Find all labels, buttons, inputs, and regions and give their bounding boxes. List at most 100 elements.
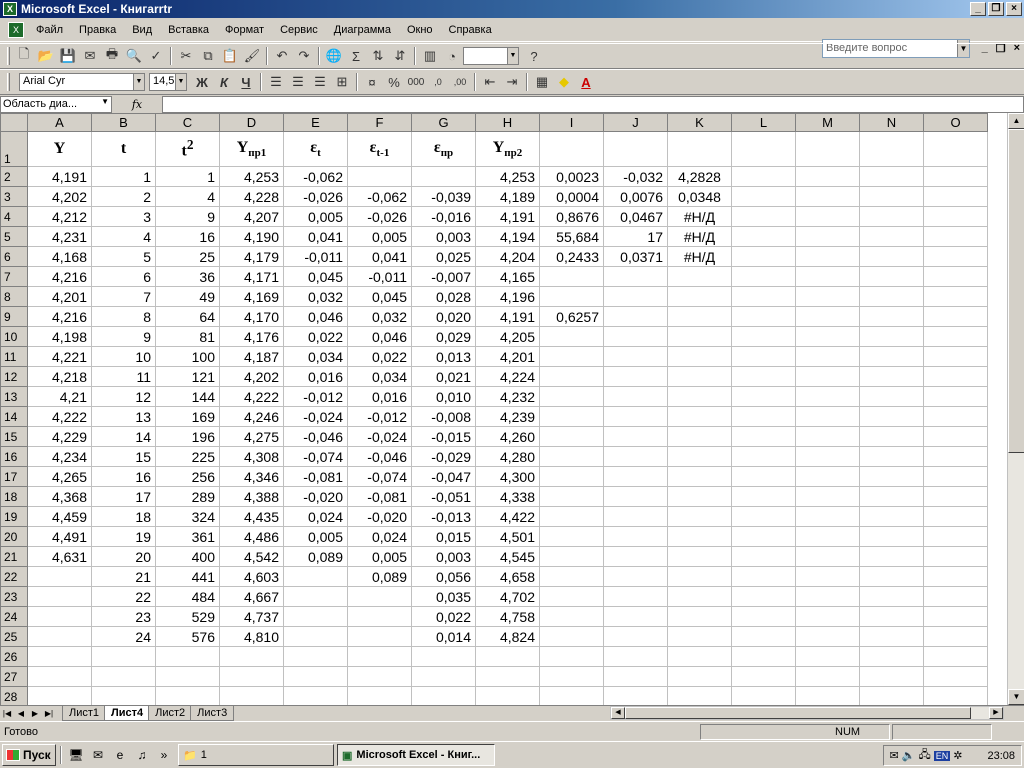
row-header[interactable]: 15: [0, 426, 28, 447]
hyperlink-icon[interactable]: 🌐: [323, 45, 345, 67]
cell[interactable]: 4,179: [219, 246, 284, 267]
cell[interactable]: -0,039: [411, 186, 476, 207]
cell[interactable]: [27, 626, 92, 647]
scroll-up-icon[interactable]: ▲: [1008, 113, 1024, 129]
cell[interactable]: 4,190: [219, 226, 284, 247]
cell[interactable]: [859, 586, 924, 607]
save-icon[interactable]: 💾: [57, 45, 79, 67]
cell[interactable]: -0,026: [283, 186, 348, 207]
cell[interactable]: [667, 326, 732, 347]
menu-file[interactable]: Файл: [28, 20, 71, 40]
cell[interactable]: 9: [155, 206, 220, 227]
cell[interactable]: [667, 466, 732, 487]
cell[interactable]: [731, 131, 796, 167]
cell[interactable]: [923, 506, 988, 527]
cell[interactable]: 4,171: [219, 266, 284, 287]
cell[interactable]: [731, 406, 796, 427]
cell[interactable]: 36: [155, 266, 220, 287]
formula-input[interactable]: [162, 95, 1024, 113]
cell[interactable]: [667, 686, 732, 705]
cell[interactable]: [795, 426, 860, 447]
cell[interactable]: 0,013: [411, 346, 476, 367]
minimize-button[interactable]: _: [970, 2, 986, 16]
row-header[interactable]: 19: [0, 506, 28, 527]
cell[interactable]: 4,222: [27, 406, 92, 427]
cell[interactable]: 4,165: [475, 266, 540, 287]
cell[interactable]: 0,015: [411, 526, 476, 547]
language-indicator[interactable]: EN: [933, 750, 951, 761]
header-cell-et[interactable]: εt: [283, 131, 348, 167]
cell[interactable]: [923, 206, 988, 227]
cell[interactable]: [539, 506, 604, 527]
row-header[interactable]: 18: [0, 486, 28, 507]
scroll-down-icon[interactable]: ▼: [1008, 689, 1024, 705]
cell[interactable]: [539, 346, 604, 367]
cell[interactable]: [795, 586, 860, 607]
cell[interactable]: [347, 646, 412, 667]
cell[interactable]: [539, 606, 604, 627]
cell[interactable]: -0,024: [347, 426, 412, 447]
cell[interactable]: [731, 666, 796, 687]
tab-list1[interactable]: Лист1: [62, 706, 107, 721]
row-header[interactable]: 10: [0, 326, 28, 347]
cell[interactable]: [923, 386, 988, 407]
cell[interactable]: [283, 586, 348, 607]
row-header[interactable]: 26: [0, 646, 28, 667]
currency-icon[interactable]: ¤: [361, 71, 383, 93]
paste-icon[interactable]: 📋: [219, 45, 241, 67]
cell[interactable]: 289: [155, 486, 220, 507]
cell[interactable]: 4,201: [475, 346, 540, 367]
cell[interactable]: 1: [155, 166, 220, 187]
cell[interactable]: 4,234: [27, 446, 92, 467]
cell[interactable]: [731, 466, 796, 487]
cell[interactable]: [603, 506, 668, 527]
cell[interactable]: 4,275: [219, 426, 284, 447]
row-header[interactable]: 14: [0, 406, 28, 427]
cell[interactable]: [283, 566, 348, 587]
cell[interactable]: 22: [91, 586, 156, 607]
cell[interactable]: [603, 346, 668, 367]
cell[interactable]: [859, 226, 924, 247]
cell[interactable]: [731, 346, 796, 367]
chart-wizard-icon[interactable]: ▥: [419, 45, 441, 67]
cell[interactable]: 0,2433: [539, 246, 604, 267]
cell[interactable]: [475, 646, 540, 667]
font-select[interactable]: Arial Cyr ▼: [19, 73, 145, 91]
cell[interactable]: -0,062: [283, 166, 348, 187]
volume-icon[interactable]: 🔈: [902, 749, 916, 762]
cell[interactable]: 0,0371: [603, 246, 668, 267]
bold-button[interactable]: Ж: [191, 71, 213, 93]
cell[interactable]: [859, 426, 924, 447]
cell[interactable]: [667, 486, 732, 507]
cell[interactable]: [795, 466, 860, 487]
chevron-down-icon[interactable]: ▼: [101, 97, 109, 106]
cell[interactable]: [795, 266, 860, 287]
cell[interactable]: 144: [155, 386, 220, 407]
cell[interactable]: 49: [155, 286, 220, 307]
cell[interactable]: 0,022: [347, 346, 412, 367]
cell[interactable]: [923, 346, 988, 367]
cell[interactable]: [731, 286, 796, 307]
cell[interactable]: 4,198: [27, 326, 92, 347]
cell[interactable]: -0,020: [347, 506, 412, 527]
cell[interactable]: [411, 686, 476, 705]
cell[interactable]: 4,300: [475, 466, 540, 487]
cell[interactable]: 7: [91, 286, 156, 307]
row-header[interactable]: 22: [0, 566, 28, 587]
column-header[interactable]: L: [731, 113, 796, 132]
excel-app-icon[interactable]: X: [3, 2, 17, 16]
cell[interactable]: 4,545: [475, 546, 540, 567]
clock[interactable]: 23:08: [987, 750, 1015, 762]
cell[interactable]: [859, 446, 924, 467]
header-cell-epr[interactable]: εпр: [411, 131, 476, 167]
cell[interactable]: [923, 226, 988, 247]
cell[interactable]: -0,046: [347, 446, 412, 467]
cell[interactable]: -0,024: [283, 406, 348, 427]
cell[interactable]: [859, 266, 924, 287]
cell[interactable]: [859, 286, 924, 307]
cell[interactable]: 0,003: [411, 226, 476, 247]
cell[interactable]: [667, 366, 732, 387]
cell[interactable]: [731, 226, 796, 247]
cell[interactable]: [155, 666, 220, 687]
row-header[interactable]: 3: [0, 186, 28, 207]
